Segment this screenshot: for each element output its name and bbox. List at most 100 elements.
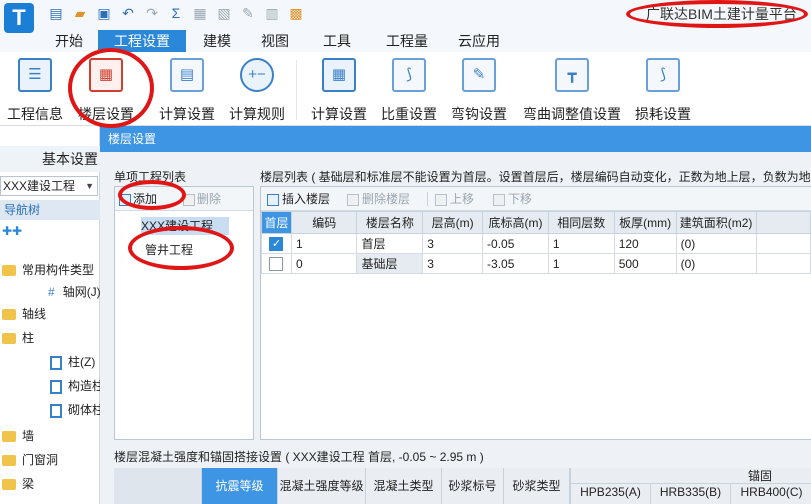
tab-cloud[interactable]: 云应用 <box>448 30 510 52</box>
calc-rules-icon: +− <box>240 58 274 92</box>
project-combo-value: XXX建设工程 <box>3 179 76 193</box>
calc-settings-button[interactable]: ▤ 计算设置 <box>154 52 220 126</box>
ribbon-panel: ☰ 工程信息 ▦ 楼层设置 ▤ 计算设置 +− 计算规则 ▦ 计算设置 ⟆ 比重… <box>0 52 811 126</box>
tab-view[interactable]: 视图 <box>250 30 300 52</box>
hook-settings-label: 弯钩设置 <box>451 106 507 122</box>
tab-project-settings[interactable]: 工程设置 <box>98 30 186 52</box>
bend-adjust-label: 弯曲调整值设置 <box>523 106 621 122</box>
col-height[interactable]: 层高(m) <box>422 211 484 234</box>
col-extra <box>755 211 811 234</box>
tab-modeling[interactable]: 建模 <box>192 30 242 52</box>
cell-extra <box>755 253 811 274</box>
grey-tool-icon-4[interactable]: ▥ <box>264 5 280 21</box>
insert-floor-button[interactable]: 插入楼层 <box>267 191 330 207</box>
tree-item-masonry-column[interactable]: 砌体柱 <box>50 400 104 420</box>
cell-area[interactable]: (0) <box>675 233 757 254</box>
tree-item-beam[interactable]: 梁 <box>2 474 34 494</box>
save-icon[interactable]: ▣ <box>96 5 112 21</box>
add-project-button[interactable]: 添加 <box>119 191 157 207</box>
hook-settings-button[interactable]: ✎ 弯钩设置 <box>446 52 512 126</box>
col-first-floor[interactable]: 首层 <box>261 211 292 234</box>
open-folder-icon[interactable]: ▰ <box>72 5 88 21</box>
tree-item-column-z[interactable]: 柱(Z) <box>50 352 95 372</box>
sum-icon[interactable]: Σ <box>168 5 184 21</box>
cell-slab[interactable]: 500 <box>613 253 677 274</box>
col-name[interactable]: 楼层名称 <box>356 211 424 234</box>
col-hpb235[interactable]: HPB235(A)... <box>571 484 651 504</box>
col-building-area[interactable]: 建筑面积(m2) <box>675 211 757 234</box>
table-row[interactable]: ✓ 1 首层 3 -0.05 1 120 (0) <box>261 233 811 254</box>
bend-adjust-settings-button[interactable]: ┳ 弯曲调整值设置 <box>516 52 628 126</box>
col-code[interactable]: 编码 <box>290 211 358 234</box>
grey-tool-icon-3[interactable]: ✎ <box>240 5 256 21</box>
project-item-main[interactable]: XXX建设工程 <box>141 217 229 235</box>
tree-item-axis[interactable]: 轴线 <box>2 304 46 324</box>
tree-item-column[interactable]: 柱 <box>2 328 34 348</box>
tree-item-common[interactable]: 常用构件类型 <box>2 260 94 280</box>
cell-code[interactable]: 1 <box>290 233 358 254</box>
file-new-icon[interactable]: ▤ <box>48 5 64 21</box>
folder-icon <box>2 479 16 491</box>
loss-settings-button[interactable]: ⟆ 损耗设置 <box>630 52 696 126</box>
col-same-count[interactable]: 相同层数 <box>547 211 615 234</box>
cell-height[interactable]: 3 <box>422 253 484 274</box>
cell-bottom[interactable]: -3.05 <box>482 253 549 274</box>
col-bottom-elevation[interactable]: 底标高(m) <box>482 211 549 234</box>
col-slab-thickness[interactable]: 板厚(mm) <box>613 211 677 234</box>
tree-item-openings[interactable]: 门窗洞 <box>2 450 58 470</box>
arrow-up-icon <box>435 193 447 206</box>
first-floor-cell[interactable] <box>261 253 292 274</box>
col-concrete-type[interactable]: 混凝土类型 <box>366 468 442 504</box>
project-info-button[interactable]: ☰ 工程信息 <box>2 52 68 126</box>
grey-tool-icon[interactable]: ▦ <box>192 5 208 21</box>
tab-quantities[interactable]: 工程量 <box>376 30 438 52</box>
project-combo[interactable]: XXX建设工程 ▼ <box>0 176 98 196</box>
expand-all-icon[interactable]: ✚✚ <box>2 224 22 238</box>
project-item-pipe-shaft[interactable]: 管井工程 <box>145 241 193 259</box>
tree-item-structural-column[interactable]: 构造柱 <box>50 376 104 396</box>
density-settings-button[interactable]: ⟆ 比重设置 <box>376 52 442 126</box>
export-icon[interactable]: ▩ <box>288 5 304 21</box>
redo-icon[interactable]: ↷ <box>144 5 160 21</box>
col-concrete-strength[interactable]: 混凝土强度等级 <box>278 468 366 504</box>
cell-bottom[interactable]: -0.05 <box>482 233 549 254</box>
tree-item-grid[interactable]: # 轴网(J) <box>48 282 101 302</box>
tab-tools[interactable]: 工具 <box>312 30 362 52</box>
table-row[interactable]: 0 基础层 3 -3.05 1 500 (0) <box>261 253 811 274</box>
col-mortar-grade[interactable]: 砂浆标号 <box>442 468 504 504</box>
floor-list-toolbar: 插入楼层 删除楼层 上移 下移 <box>261 187 811 211</box>
undo-icon[interactable]: ↶ <box>120 5 136 21</box>
tab-start[interactable]: 开始 <box>44 30 94 52</box>
folder-icon <box>2 333 16 345</box>
tree-item-wall[interactable]: 墙 <box>2 426 34 446</box>
cell-same[interactable]: 1 <box>547 253 615 274</box>
cell-area[interactable]: (0) <box>675 253 757 274</box>
rebar-calc-settings-button[interactable]: ▦ 计算设置 <box>306 52 372 126</box>
floor-settings-dialog: 楼层设置 单项工程列表 楼层列表 ( 基础层和标准层不能设置为首层。设置首层后，… <box>100 126 811 504</box>
col-hrb400[interactable]: HRB400(C)... <box>731 484 811 504</box>
cell-height[interactable]: 3 <box>422 233 484 254</box>
calc-rules-label: 计算规则 <box>229 106 285 122</box>
anchor-group: 锚固 HPB235(A)... HRB335(B)... HRB400(C)..… <box>570 468 811 504</box>
col-mortar-type[interactable]: 砂浆类型 <box>504 468 570 504</box>
floor-table: 首层 编码 楼层名称 层高(m) 底标高(m) 相同层数 板厚(mm) 建筑面积… <box>261 211 811 274</box>
left-panel: 基本设置 XXX建设工程 ▼ 导航树 ✚✚ 常用构件类型 # 轴网(J) 轴线 柱… <box>0 126 104 504</box>
cell-code[interactable]: 0 <box>290 253 358 274</box>
col-hrb335[interactable]: HRB335(B)... <box>651 484 731 504</box>
grey-tool-icon-2[interactable]: ▧ <box>216 5 232 21</box>
calc-rules-button[interactable]: +− 计算规则 <box>224 52 290 126</box>
cell-same[interactable]: 1 <box>547 233 615 254</box>
col-seismic-grade[interactable]: 抗震等级 <box>202 468 278 504</box>
cell-name[interactable]: 首层 <box>356 233 424 254</box>
first-floor-cell[interactable]: ✓ <box>261 233 292 254</box>
delete-floor-button[interactable]: 删除楼层 <box>347 191 410 207</box>
checkbox-checked[interactable]: ✓ <box>269 236 284 251</box>
folder-icon <box>2 455 16 467</box>
cell-name[interactable]: 基础层 <box>356 253 424 274</box>
move-down-button[interactable]: 下移 <box>493 191 532 207</box>
delete-project-button[interactable]: 删除 <box>183 191 221 207</box>
move-up-button[interactable]: 上移 <box>435 191 474 207</box>
floor-settings-button[interactable]: ▦ 楼层设置 <box>72 52 140 126</box>
cell-slab[interactable]: 120 <box>613 233 677 254</box>
checkbox-unchecked[interactable] <box>269 256 284 271</box>
